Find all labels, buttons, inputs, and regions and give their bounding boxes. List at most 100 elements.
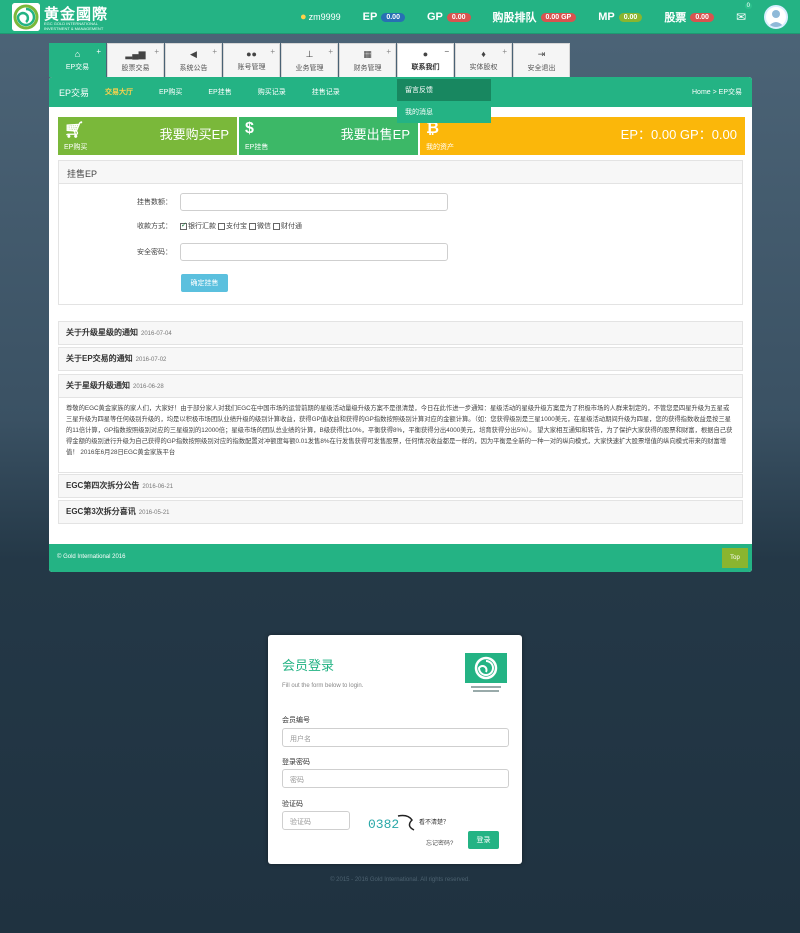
notice-item[interactable]: EGC第四次拆分公告 2016-06-21 — [58, 474, 743, 498]
checkbox[interactable] — [249, 222, 256, 230]
pay-label: 收款方式： — [137, 223, 172, 230]
notice-title: 关于星级升级通知 — [66, 381, 130, 390]
stat-label: EP — [362, 11, 378, 23]
login-logo-icon — [465, 653, 507, 695]
comments-icon: ● — [422, 49, 429, 59]
tab-label: 财务管理 — [353, 64, 382, 72]
security-password-input[interactable] — [180, 243, 448, 261]
breadcrumb: Home > EP交易 — [692, 89, 742, 96]
option-label: 银行汇款 — [188, 223, 216, 230]
card-buy-ep[interactable]: 🛒︎ 我要购买EP EP购买 — [58, 117, 237, 155]
card-title: EP：0.00 GP：0.00 — [620, 127, 737, 142]
cart-icon: 🛒︎ — [64, 122, 85, 139]
mail-icon[interactable]: ✉ 0 — [736, 3, 752, 24]
password-label: 安全密码： — [137, 249, 172, 256]
subnav-link-buy[interactable]: EP购买 — [159, 87, 182, 97]
dropdown-item-feedback[interactable]: 留言反馈 — [397, 79, 491, 101]
stat-label: MP — [598, 11, 615, 23]
home-icon: ⌂ — [74, 49, 81, 59]
main-tabs: + ⌂ EP交易 + ▂▄▆ 股票交易 + ◀ 系统公告 + ●● 账号管理 +… — [49, 43, 571, 77]
pay-option-bank[interactable]: 银行汇款 — [180, 221, 216, 231]
login-subtitle: Fill out the form below to login. — [282, 683, 364, 689]
tab-announcements[interactable]: + ◀ 系统公告 — [165, 43, 222, 77]
pay-option-tenpay[interactable]: 财付通 — [273, 221, 302, 231]
tab-label: 实体股权 — [469, 64, 498, 71]
checkbox[interactable] — [273, 222, 280, 230]
captcha-text: 0382 — [368, 817, 399, 832]
mail-count: 0 — [744, 3, 752, 9]
plus-icon: + — [328, 47, 333, 56]
stat-mp[interactable]: MP 0.00 — [598, 11, 643, 23]
captcha-refresh-link[interactable]: 看不清楚？ — [419, 817, 449, 826]
user-label: 会员编号 — [282, 717, 310, 724]
fire-icon: ♦ — [481, 49, 486, 59]
dropdown-item-messages[interactable]: 我的消息 — [397, 101, 491, 123]
amount-input[interactable] — [180, 193, 448, 211]
stat-badge: 0.00 — [381, 12, 405, 22]
tab-finance[interactable]: + ▦ 财务管理 — [339, 43, 396, 77]
stat-badge: 0.00 — [690, 12, 714, 22]
form-heading: 挂售EP — [59, 161, 742, 184]
submit-sell-button[interactable]: 确定挂售 — [181, 274, 228, 292]
card-sell-ep[interactable]: $ 我要出售EP EP挂售 — [239, 117, 418, 155]
pay-option-wechat[interactable]: 微信 — [249, 221, 271, 231]
avatar[interactable] — [764, 5, 788, 29]
plus-icon: + — [386, 47, 391, 56]
plus-icon: + — [154, 47, 159, 56]
notice-title: EGC第四次拆分公告 — [66, 481, 140, 490]
user-chip[interactable]: ● zm9999 — [300, 11, 341, 23]
notice-date: 2016-07-02 — [135, 357, 167, 363]
top-bar: 黄金國際 EGC GOLD INTERNATIONAL INVESTMENT &… — [0, 0, 800, 34]
captcha-image[interactable]: 0382 — [368, 812, 416, 834]
subnav-link-hall[interactable]: 交易大厅 — [105, 87, 133, 97]
logo-icon — [12, 3, 40, 31]
login-title: 会员登录 — [282, 658, 335, 673]
subnav-brand[interactable]: EP交易 — [59, 86, 89, 99]
notice-item[interactable]: 关于EP交易的通知 2016-07-02 — [58, 347, 743, 371]
main-panel: EP交易 交易大厅 EP购买 EP挂售 购买记录 挂售记录 Home > EP交… — [49, 77, 752, 572]
card-sub: EP挂售 — [245, 144, 269, 151]
sitemap-icon: ⊥ — [305, 48, 314, 59]
pay-option-alipay[interactable]: 支付宝 — [218, 221, 247, 231]
subnav-link-sell[interactable]: EP挂售 — [208, 87, 231, 97]
row-amount: 挂售数额： — [59, 193, 448, 211]
tab-contact[interactable]: − ● 联系我们 — [397, 43, 454, 77]
stat-queue[interactable]: 购股排队 0.00 GP — [493, 9, 577, 25]
subnav-link-sell-records[interactable]: 挂售记录 — [312, 87, 340, 97]
captcha-input[interactable]: 验证码 — [282, 811, 350, 830]
stat-stock[interactable]: 股票 0.00 — [664, 9, 714, 25]
checkbox[interactable] — [218, 222, 225, 230]
tab-label: 账号管理 — [237, 64, 266, 71]
tab-ep-trade[interactable]: + ⌂ EP交易 — [49, 43, 106, 77]
back-to-top-button[interactable]: Top — [722, 548, 748, 568]
user-icon: ● — [299, 11, 307, 23]
minus-icon: − — [444, 47, 449, 56]
notice-date: 2016-06-28 — [133, 384, 164, 390]
megaphone-icon: ◀ — [190, 48, 197, 59]
notice-item[interactable]: EGC第3次拆分喜讯 2016-05-21 — [58, 500, 743, 524]
notice-item[interactable]: 关于升级星级的通知 2016-07-04 — [58, 321, 743, 345]
notice-title: EGC第3次拆分喜讯 — [66, 507, 136, 516]
username-input[interactable]: 用户名 — [282, 728, 509, 747]
username: zm9999 — [308, 12, 341, 22]
tab-stock-trade[interactable]: + ▂▄▆ 股票交易 — [107, 43, 164, 77]
tab-account[interactable]: + ●● 账号管理 — [223, 43, 280, 77]
login-button[interactable]: 登录 — [468, 831, 499, 849]
stat-label: 购股排队 — [492, 12, 537, 24]
tab-equity[interactable]: + ♦ 实体股权 — [455, 43, 512, 77]
card-sub: 我的资产 — [426, 144, 454, 151]
amount-label: 挂售数额： — [137, 199, 172, 206]
tab-logout[interactable]: ⇥ 安全退出 — [513, 43, 570, 77]
stat-ep[interactable]: EP 0.00 — [363, 11, 405, 23]
notice-title: 关于升级星级的通知 — [66, 328, 138, 337]
notice-body: 尊敬的EGC黄金家族的家人们，大家好！由于部分家人对我们EGC在中国市场的运营前… — [59, 397, 742, 472]
password-input[interactable]: 密码 — [282, 769, 509, 788]
checkbox[interactable] — [180, 221, 187, 230]
subnav-link-buy-records[interactable]: 购买记录 — [258, 87, 286, 97]
tab-business[interactable]: + ⊥ 业务管理 — [281, 43, 338, 77]
forgot-password-link[interactable]: 忘记密码? — [426, 838, 453, 847]
tab-label: 股票交易 — [121, 64, 150, 72]
stat-gp[interactable]: GP 0.00 — [427, 11, 471, 23]
notice-item-expanded[interactable]: 关于星级升级通知 2016-06-28 尊敬的EGC黄金家族的家人们，大家好！由于… — [58, 374, 743, 473]
plus-icon: + — [270, 47, 275, 56]
